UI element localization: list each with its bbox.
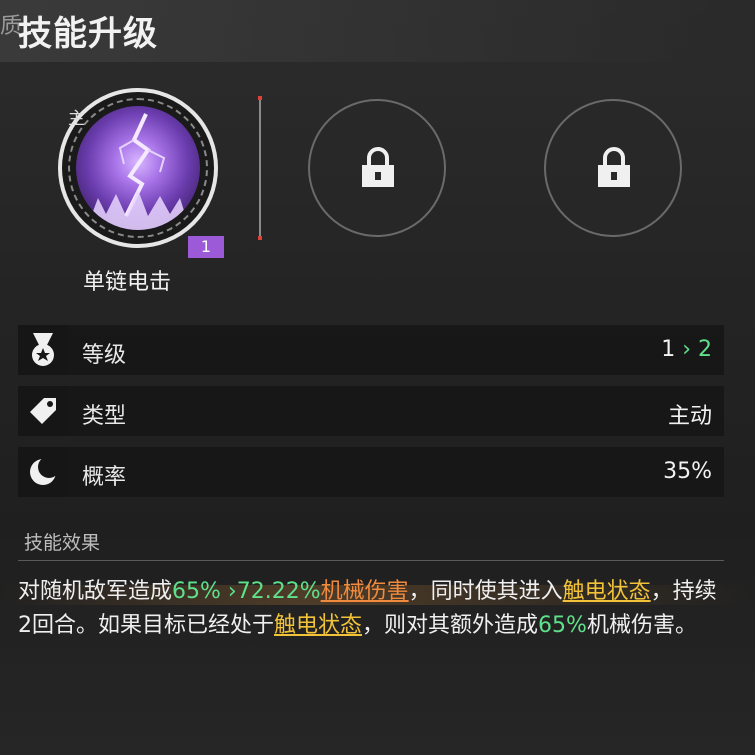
status-link-shock-2[interactable]: 触电状态 xyxy=(274,613,362,638)
stat-value: 1 › 2 xyxy=(661,337,712,362)
effect-text-1: 对随机敌军造成 xyxy=(18,579,173,604)
level-to: 2 xyxy=(698,337,712,362)
moon-icon xyxy=(18,447,68,497)
effect-title: 技能效果 xyxy=(24,532,101,554)
effect-text-2: ，同时使其进入 xyxy=(408,579,563,604)
stat-row-level: 等级 1 › 2 xyxy=(18,325,724,375)
skill-slot-locked-2[interactable] xyxy=(544,99,682,237)
tag-icon xyxy=(18,386,68,436)
upgrade-arrow-icon: › xyxy=(682,337,691,362)
skill-name: 单链电击 xyxy=(83,270,172,295)
effect-text-4: ，则对其额外造成 xyxy=(362,613,539,638)
damage-pct-from: 65% xyxy=(172,579,221,604)
stat-row-chance: 概率 35% xyxy=(18,447,724,497)
header-bar: 质 技能升级 xyxy=(0,0,755,62)
effect-description: 对随机敌军造成65% ›72.22%机械伤害，同时使其进入触电状态，持续2回合。… xyxy=(18,575,730,643)
main-skill-tag: 主 xyxy=(68,109,85,129)
lock-icon xyxy=(598,147,630,187)
skill-level-badge: 1 xyxy=(188,236,224,258)
medal-icon xyxy=(18,325,68,375)
lock-icon xyxy=(362,147,394,187)
level-from: 1 xyxy=(661,337,676,362)
effect-text-5: 机械伤害。 xyxy=(586,613,697,638)
page-title: 技能升级 xyxy=(18,14,158,54)
stat-row-type: 类型 主动 xyxy=(18,386,724,436)
stat-value: 35% xyxy=(663,459,712,484)
extra-damage-pct: 65% xyxy=(538,613,587,638)
lightning-skill-icon xyxy=(76,106,200,230)
skill-slot-locked-1[interactable] xyxy=(308,99,446,237)
stat-label: 等级 xyxy=(82,343,127,368)
status-link-shock[interactable]: 触电状态 xyxy=(563,579,651,604)
upgrade-arrow-icon: › xyxy=(227,579,237,604)
stat-value: 主动 xyxy=(667,404,712,429)
stat-label: 概率 xyxy=(82,465,127,490)
stat-label: 类型 xyxy=(82,404,127,429)
damage-type-link[interactable]: 机械伤害 xyxy=(321,579,409,604)
slot-divider xyxy=(258,96,262,240)
damage-pct-to: 72.22% xyxy=(236,579,321,604)
effect-divider xyxy=(18,560,724,561)
